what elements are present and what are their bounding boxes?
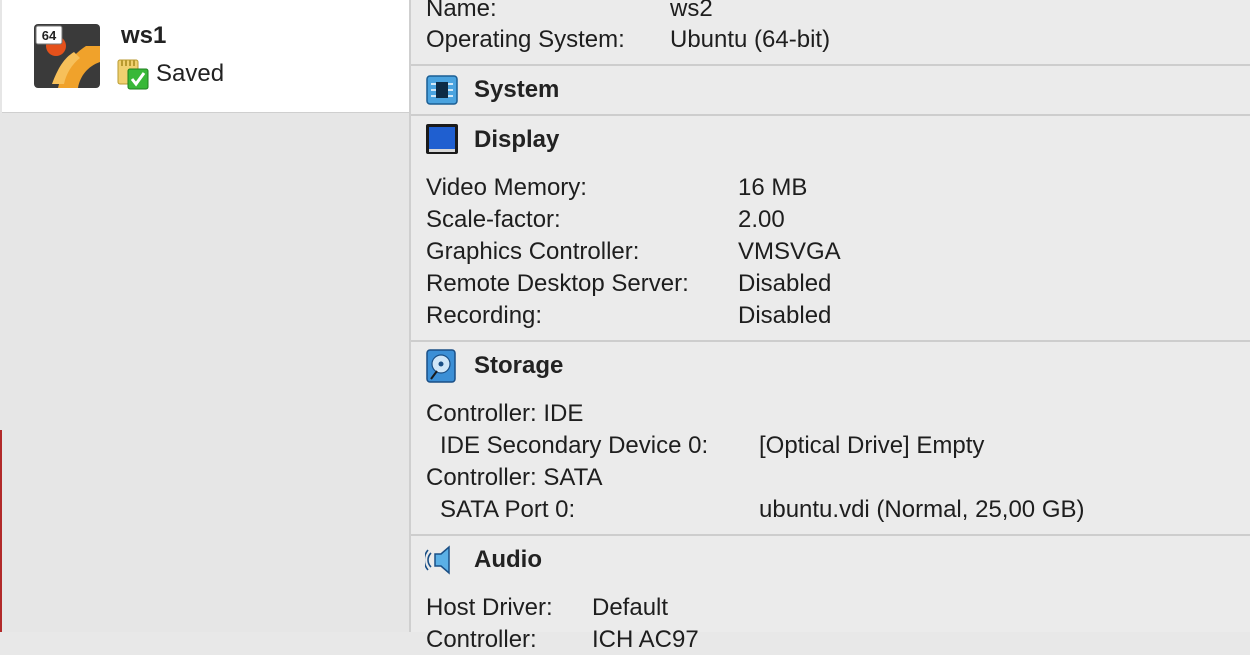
detail-key: Remote Desktop Server: — [426, 270, 689, 297]
saved-state-icon — [117, 59, 149, 90]
vm-name: ws1 — [121, 22, 167, 49]
detail-value: VMSVGA — [738, 238, 841, 265]
details-pane: Name: ws2 Operating System: Ubuntu (64-b… — [411, 0, 1250, 653]
speaker-icon[interactable] — [425, 543, 459, 577]
detail-value: 16 MB — [738, 174, 808, 201]
section-title-display[interactable]: Display — [474, 126, 559, 154]
section-divider — [411, 114, 1250, 116]
detail-key: IDE Secondary Device 0: — [440, 432, 709, 459]
detail-value: 2.00 — [738, 206, 785, 233]
section-divider — [411, 340, 1250, 342]
detail-key: Host Driver: — [426, 594, 553, 621]
disk-icon[interactable] — [425, 349, 459, 383]
detail-value: Default — [592, 594, 669, 621]
section-divider — [411, 64, 1250, 66]
detail-value: Ubuntu (64-bit) — [670, 26, 831, 53]
detail-key: Controller: IDE — [426, 400, 584, 427]
detail-key: Controller: SATA — [426, 464, 603, 491]
detail-value: ICH AC97 — [592, 626, 699, 653]
detail-key: Scale-factor: — [426, 206, 561, 233]
ubuntu-64-os-icon: 64 — [34, 24, 100, 88]
detail-key: Operating System: — [426, 26, 625, 53]
section-title-storage[interactable]: Storage — [474, 352, 563, 380]
detail-key: Controller: — [426, 626, 537, 653]
section-title-audio[interactable]: Audio — [474, 546, 542, 574]
detail-value: Disabled — [738, 270, 832, 297]
detail-value: ws2 — [670, 0, 713, 22]
vm-list-panel: 64 ws1 Saved — [0, 0, 409, 632]
detail-value: [Optical Drive] Empty — [759, 432, 985, 459]
detail-value: Disabled — [738, 302, 832, 329]
section-title-system[interactable]: System — [474, 76, 559, 104]
window-edge-accent — [0, 430, 2, 632]
vm-list-item-ws1[interactable]: 64 ws1 Saved — [2, 0, 409, 113]
chip-icon[interactable] — [425, 73, 459, 107]
vm-state-label: Saved — [156, 60, 225, 87]
section-divider — [411, 534, 1250, 536]
detail-key: Name: — [426, 0, 497, 22]
monitor-icon[interactable] — [425, 123, 459, 157]
detail-value: ubuntu.vdi (Normal, 25,00 GB) — [759, 496, 1085, 523]
os-badge: 64 — [42, 28, 57, 43]
detail-key: Recording: — [426, 302, 543, 329]
detail-key: Video Memory: — [426, 174, 587, 201]
detail-key: Graphics Controller: — [426, 238, 640, 265]
detail-key: SATA Port 0: — [440, 496, 576, 523]
